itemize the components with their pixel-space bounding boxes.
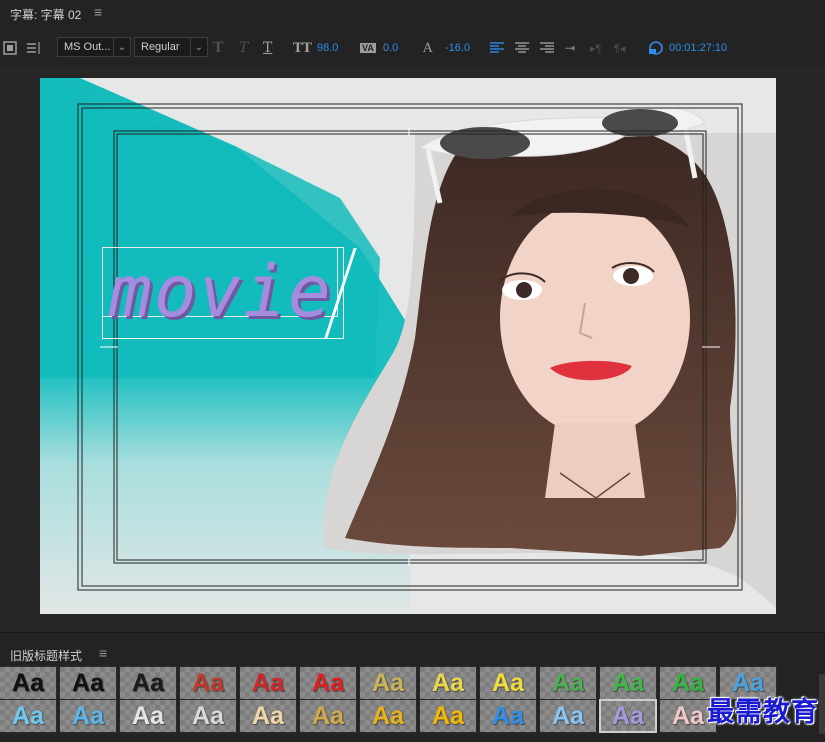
style-swatch-label: Aa <box>612 668 644 697</box>
title-toolbar: MS Out... ⌄ Regular ⌄ T T T TT 98.0 VA 0… <box>0 28 825 66</box>
style-swatch[interactable]: Aa <box>59 699 117 733</box>
style-swatch-label: Aa <box>552 668 584 697</box>
chevron-down-icon: ⌄ <box>113 38 130 56</box>
style-swatch-label: Aa <box>492 668 524 697</box>
style-swatch[interactable]: Aa <box>419 666 477 700</box>
style-swatch[interactable]: Aa <box>419 699 477 733</box>
style-swatch[interactable]: Aa <box>539 699 597 733</box>
video-frame[interactable]: movie <box>40 78 776 614</box>
style-swatch[interactable]: Aa <box>119 699 177 733</box>
panel-menu-icon[interactable]: ≡ <box>94 4 102 20</box>
style-swatch[interactable]: Aa <box>299 699 357 733</box>
style-swatch-label: Aa <box>12 668 44 697</box>
timecode-value[interactable]: 00:01:27:10 <box>669 38 727 58</box>
new-title-icon[interactable] <box>3 38 17 58</box>
tab-stops-icon[interactable]: ⇥ <box>565 38 575 58</box>
style-swatch-label: Aa <box>372 668 404 697</box>
font-size-icon: TT <box>293 40 312 56</box>
style-swatch[interactable]: Aa <box>59 666 117 700</box>
style-swatch-label: Aa <box>492 701 524 730</box>
style-swatch-label: Aa <box>672 668 704 697</box>
style-swatch-label: Aa <box>312 701 344 730</box>
bold-icon[interactable]: T <box>213 38 223 58</box>
style-swatch[interactable]: Aa <box>359 666 417 700</box>
style-swatch-label: Aa <box>192 668 224 697</box>
underline-icon[interactable]: T <box>263 38 272 58</box>
styles-panel-menu-icon[interactable]: ≡ <box>99 645 107 661</box>
style-swatch[interactable]: Aa <box>479 699 537 733</box>
style-swatch-label: Aa <box>72 668 104 697</box>
style-swatch-grid: Aa Aa Aa Aa Aa Aa Aa Aa Aa Aa Aa Aa Aa Aa Aa Aa Aa Aa Aa Aa… <box>0 666 825 742</box>
align-center-icon[interactable] <box>515 38 529 58</box>
style-swatch-label: Aa <box>432 701 464 730</box>
style-swatch[interactable]: Aa <box>179 699 237 733</box>
panel-title: 字幕: 字幕 02 <box>10 8 82 22</box>
style-swatch[interactable]: Aa <box>599 699 657 733</box>
style-swatch[interactable]: Aa <box>179 666 237 700</box>
style-swatch-label: Aa <box>132 701 164 730</box>
style-swatch[interactable]: Aa <box>119 666 177 700</box>
styles-panel-title: 旧版标题样式 <box>10 649 83 663</box>
align-left-icon[interactable] <box>490 38 504 58</box>
font-family-value: MS Out... <box>64 41 111 53</box>
font-style-dropdown[interactable]: Regular ⌄ <box>134 37 208 57</box>
panel-title-bar: 字幕: 字幕 02 ≡ <box>0 0 825 28</box>
style-swatch-label: Aa <box>12 701 44 730</box>
italic-icon[interactable]: T <box>239 38 248 58</box>
leading-icon: A <box>423 40 433 56</box>
legacy-title-styles-panel: 旧版标题样式 ≡ Aa Aa Aa Aa Aa Aa Aa Aa Aa Aa Aa Aa Aa Aa Aa A… <box>0 632 825 742</box>
style-swatch-label: Aa <box>252 701 284 730</box>
font-size-value[interactable]: 98.0 <box>317 38 338 58</box>
style-swatch-label: Aa <box>192 701 224 730</box>
style-swatch[interactable]: Aa <box>0 666 57 700</box>
style-swatch-label: Aa <box>132 668 164 697</box>
style-swatch[interactable]: Aa <box>599 666 657 700</box>
paragraph-ltr-icon[interactable]: ▸¶ <box>590 38 601 58</box>
leading-value[interactable]: -16.0 <box>445 38 470 58</box>
style-swatch-label: Aa <box>612 701 644 730</box>
chevron-down-icon: ⌄ <box>190 38 207 56</box>
align-right-icon[interactable] <box>540 38 554 58</box>
font-style-value: Regular <box>141 41 180 53</box>
style-swatch[interactable]: Aa <box>239 699 297 733</box>
style-swatch-label: Aa <box>432 668 464 697</box>
style-swatch[interactable]: Aa <box>539 666 597 700</box>
style-swatch-label: Aa <box>372 701 404 730</box>
paragraph-rtl-icon[interactable]: ¶◂ <box>614 38 625 58</box>
style-swatch[interactable]: Aa <box>239 666 297 700</box>
font-family-dropdown[interactable]: MS Out... ⌄ <box>57 37 131 57</box>
style-swatch-label: Aa <box>672 701 704 730</box>
style-swatch[interactable]: Aa <box>0 699 57 733</box>
style-swatch[interactable]: Aa <box>359 699 417 733</box>
title-text-movie[interactable]: movie <box>109 246 333 338</box>
style-swatch-label: Aa <box>312 668 344 697</box>
style-swatch-label: Aa <box>252 668 284 697</box>
style-swatch-label: Aa <box>72 701 104 730</box>
show-background-video-icon[interactable] <box>648 38 664 58</box>
roll-crawl-options-icon[interactable] <box>26 38 42 58</box>
kerning-icon: VA <box>360 43 376 53</box>
style-swatch[interactable]: Aa <box>299 666 357 700</box>
kerning-value[interactable]: 0.0 <box>383 38 398 58</box>
watermark: 最需教育 <box>707 697 819 728</box>
title-text-box[interactable]: movie <box>102 246 357 339</box>
styles-scrollbar[interactable] <box>819 674 825 734</box>
style-swatch-label: Aa <box>552 701 584 730</box>
style-swatch[interactable]: Aa <box>479 666 537 700</box>
